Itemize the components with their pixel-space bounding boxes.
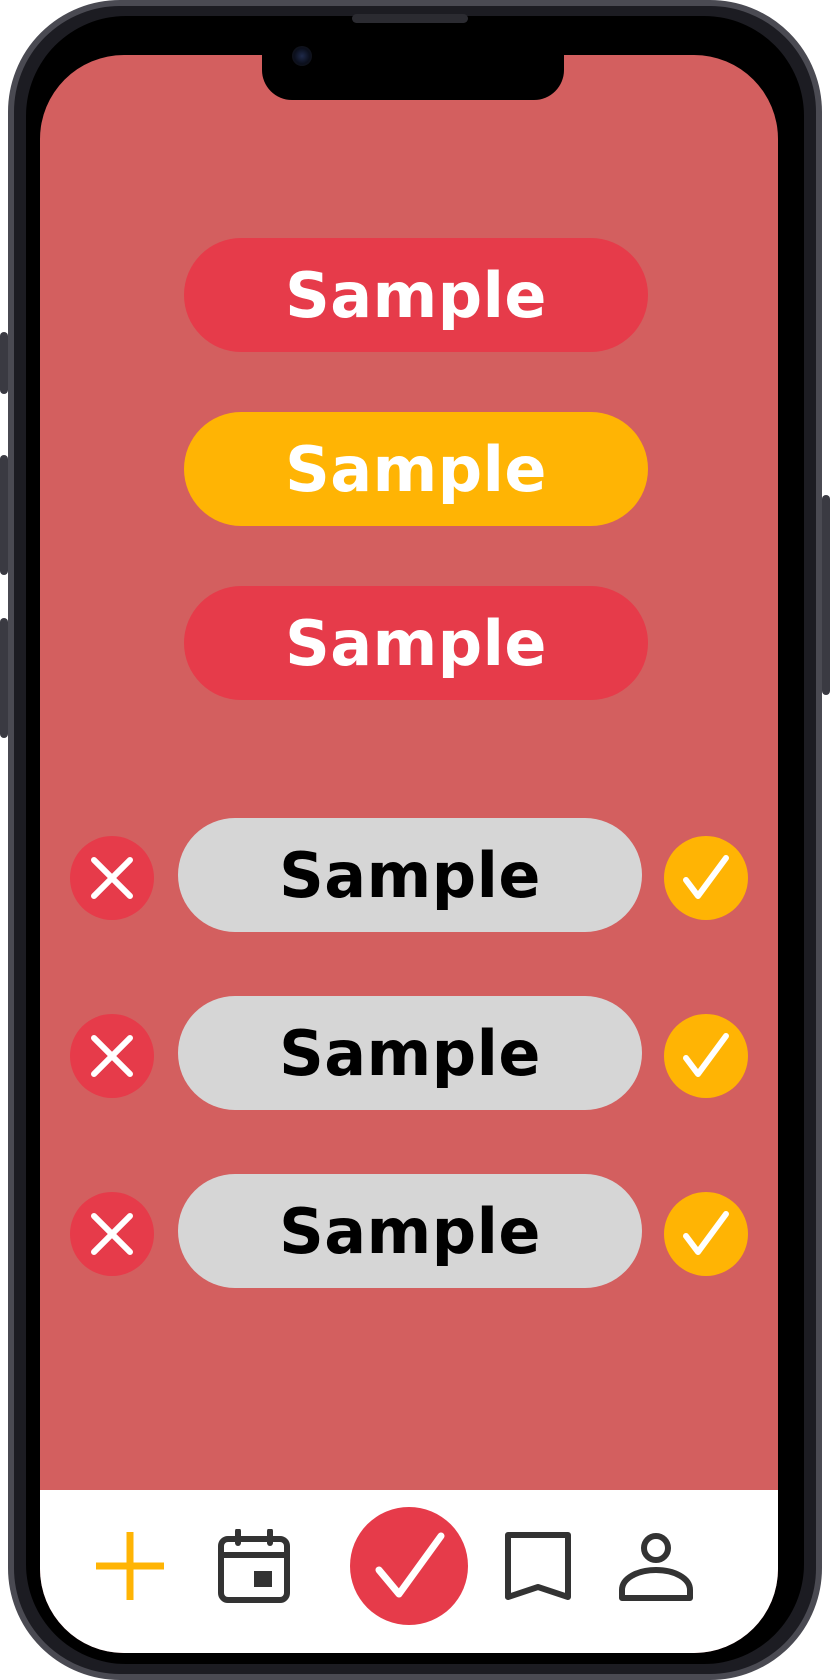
earpiece-speaker [352, 14, 468, 23]
volume-up-button [0, 455, 8, 575]
mute-switch [0, 332, 8, 394]
plus-icon [96, 1532, 164, 1600]
accept-button-3[interactable] [664, 1192, 748, 1276]
review-item-3[interactable]: Sample [178, 1174, 642, 1288]
front-camera [292, 46, 312, 66]
profile-icon [619, 1533, 693, 1601]
bookmark-icon [505, 1532, 571, 1600]
app-screen: Sample Sample Sample Sample Sample Sampl… [40, 55, 778, 1653]
close-icon [91, 857, 133, 899]
volume-down-button [0, 618, 8, 738]
sample-button-1[interactable]: Sample [184, 238, 648, 352]
check-icon [683, 1033, 729, 1077]
sample-button-2[interactable]: Sample [184, 412, 648, 526]
check-icon [375, 1532, 445, 1598]
nav-bookmark[interactable] [500, 1528, 576, 1604]
nav-profile[interactable] [616, 1528, 696, 1604]
close-icon [91, 1035, 133, 1077]
sample-button-3[interactable]: Sample [184, 586, 648, 700]
reject-button-1[interactable] [70, 836, 154, 920]
review-item-1-label: Sample [279, 838, 541, 912]
sample-button-1-label: Sample [285, 258, 547, 332]
sample-button-3-label: Sample [285, 606, 547, 680]
nav-done[interactable] [350, 1507, 468, 1625]
power-button [822, 495, 830, 695]
accept-button-1[interactable] [664, 836, 748, 920]
accept-button-2[interactable] [664, 1014, 748, 1098]
bottom-nav [40, 1490, 778, 1653]
nav-add[interactable] [92, 1528, 168, 1604]
sample-button-2-label: Sample [285, 432, 547, 506]
check-icon [683, 855, 729, 899]
reject-button-2[interactable] [70, 1014, 154, 1098]
calendar-icon [218, 1529, 290, 1603]
review-item-2-label: Sample [279, 1016, 541, 1090]
review-item-1[interactable]: Sample [178, 818, 642, 932]
review-item-2[interactable]: Sample [178, 996, 642, 1110]
reject-button-3[interactable] [70, 1192, 154, 1276]
check-icon [683, 1211, 729, 1255]
review-item-3-label: Sample [279, 1194, 541, 1268]
close-icon [91, 1213, 133, 1255]
nav-calendar[interactable] [216, 1528, 292, 1604]
